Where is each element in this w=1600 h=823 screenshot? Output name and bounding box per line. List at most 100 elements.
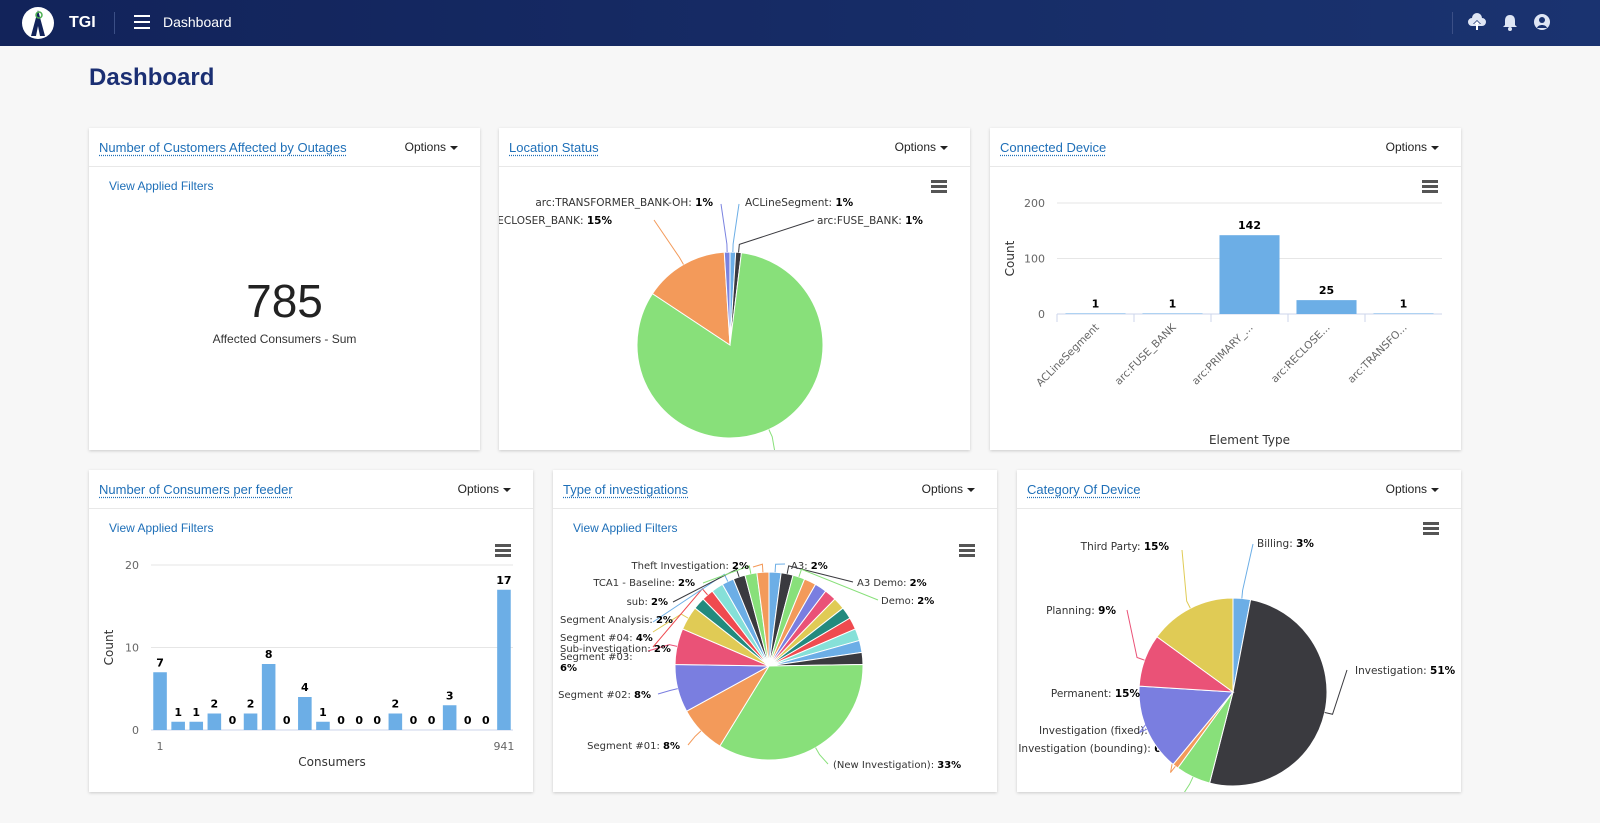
pie-connector	[732, 203, 740, 253]
x-tick-label: arc:PRIMARY_...	[1190, 322, 1256, 388]
caret-down-icon	[450, 145, 458, 150]
card-title[interactable]: Connected Device	[1000, 140, 1106, 155]
data-label: 0	[337, 714, 345, 727]
x-tick-label: 1	[157, 740, 164, 753]
card-title[interactable]: Category Of Device	[1027, 482, 1140, 497]
card-title[interactable]: Number of Consumers per feeder	[99, 482, 293, 497]
options-dropdown[interactable]: Options	[405, 140, 458, 154]
pie-label: ACLineSegment: 1%	[745, 197, 854, 209]
consumers-per-feeder-chart: 01020711 120280410 0 020 030 017941ConsumersC…	[102, 559, 514, 769]
options-label: Options	[1385, 482, 1427, 496]
pie-label: (New Investigation): 33%	[833, 760, 961, 771]
x-tick-label: arc:FUSE_BANK	[1113, 321, 1180, 388]
bar	[189, 721, 204, 730]
caret-down-icon	[1431, 145, 1439, 150]
pie-connector	[1241, 543, 1254, 599]
bar	[1373, 313, 1434, 314]
pie-label: Segment Analysis: 2%	[560, 615, 673, 626]
pie-connector	[1181, 549, 1191, 609]
card-location-status: Location Status Options ACLineSegment: 1…	[499, 128, 970, 450]
data-label: 2	[211, 698, 219, 711]
x-tick-label: arc:TRANSFO...	[1345, 322, 1409, 386]
pie-label: Third Party: 15%	[1080, 541, 1170, 553]
kpi-caption: Affected Consumers - Sum	[212, 332, 357, 346]
pie-connector	[720, 203, 728, 253]
pie-label: Planning: 9%	[1046, 605, 1116, 617]
data-label: 8	[265, 648, 273, 661]
pie-label: Segment #02: 8%	[558, 690, 651, 701]
options-dropdown[interactable]: Options	[1386, 482, 1439, 496]
pie-connector	[657, 688, 678, 695]
logo-icon[interactable]	[21, 6, 55, 40]
view-applied-filters-link[interactable]: View Applied Filters	[109, 521, 214, 535]
pie-label: Segment #01: 8%	[587, 741, 680, 752]
page-title: Dashboard	[89, 64, 215, 91]
bar	[1065, 313, 1126, 314]
bar	[497, 589, 511, 730]
category-of-device-chart: Billing: 3% Investigation: 51% Investigati…	[1018, 538, 1456, 792]
top-navbar: TGI Dashboard	[0, 0, 1600, 46]
view-applied-filters-link[interactable]: View Applied Filters	[109, 179, 214, 193]
caret-down-icon	[503, 487, 511, 492]
bar	[171, 721, 185, 730]
x-tick-label: arc:RECLOSE...	[1269, 322, 1333, 386]
divider	[114, 12, 115, 34]
data-label: 2	[247, 698, 255, 711]
data-label: 25	[1319, 284, 1334, 297]
bar	[1142, 313, 1203, 314]
data-label: 0	[428, 714, 436, 727]
card-header: Number of Customers Affected by Outages …	[89, 128, 480, 167]
options-label: Options	[921, 482, 963, 496]
pie-label: Investigation (bounding): 6%	[1018, 743, 1172, 755]
kpi-value: 785	[246, 275, 323, 327]
pie-label: Theft Investigation: 2%	[631, 561, 749, 572]
breadcrumb[interactable]: Dashboard	[163, 14, 232, 30]
x-tick-label: ACLineSegment	[1034, 322, 1102, 390]
card-title[interactable]: Type of investigations	[563, 482, 688, 497]
pie-label: A3: 2%	[791, 561, 828, 572]
pie-label: Segment #04: 4%	[560, 633, 653, 644]
pie-label: A3 Demo: 2%	[857, 578, 927, 589]
card-header: Type of investigations Options	[553, 470, 997, 509]
pie-connector	[774, 563, 786, 573]
pie-connector	[738, 219, 815, 253]
bar	[298, 697, 312, 730]
y-axis-title: Count	[1003, 240, 1017, 276]
pie-connector	[653, 219, 684, 265]
card-header: Connected Device Options	[990, 128, 1461, 167]
pie-label: TCA1 - Baseline: 2%	[592, 578, 695, 589]
data-label: 1	[1169, 297, 1177, 310]
pie-label: Sub-investigation: 2%	[560, 644, 671, 655]
pie-label: Permanent: 15%	[1051, 688, 1141, 700]
bar	[388, 713, 403, 730]
bell-icon[interactable]	[1500, 12, 1520, 32]
view-applied-filters-link[interactable]: View Applied Filters	[573, 521, 678, 535]
card-title[interactable]: Location Status	[509, 140, 599, 155]
y-tick-label: 200	[1024, 197, 1045, 210]
options-dropdown[interactable]: Options	[895, 140, 948, 154]
x-tick-label: 941	[493, 740, 514, 753]
data-label: 0	[355, 714, 363, 727]
y-tick-label: 100	[1024, 253, 1045, 266]
y-axis-title: Count	[102, 629, 116, 665]
card-title[interactable]: Number of Customers Affected by Outages	[99, 140, 347, 155]
data-label: 3	[446, 689, 454, 702]
cloud-upload-icon[interactable]	[1467, 12, 1487, 32]
caret-down-icon	[1431, 487, 1439, 492]
data-label: 1	[319, 706, 327, 719]
user-icon[interactable]	[1532, 12, 1552, 32]
options-label: Options	[894, 140, 936, 154]
pie-connector	[1126, 609, 1145, 661]
card-header: Location Status Options	[499, 128, 970, 167]
card-consumers-per-feeder: Number of Consumers per feeder Options V…	[89, 470, 533, 792]
caret-down-icon	[967, 487, 975, 492]
options-label: Options	[457, 482, 499, 496]
data-label: 0	[373, 714, 381, 727]
options-dropdown[interactable]: Options	[458, 482, 511, 496]
bar	[1219, 235, 1280, 314]
options-dropdown[interactable]: Options	[922, 482, 975, 496]
options-dropdown[interactable]: Options	[1386, 140, 1439, 154]
data-label: 17	[496, 574, 511, 587]
caret-down-icon	[940, 145, 948, 150]
menu-icon[interactable]	[134, 15, 150, 29]
